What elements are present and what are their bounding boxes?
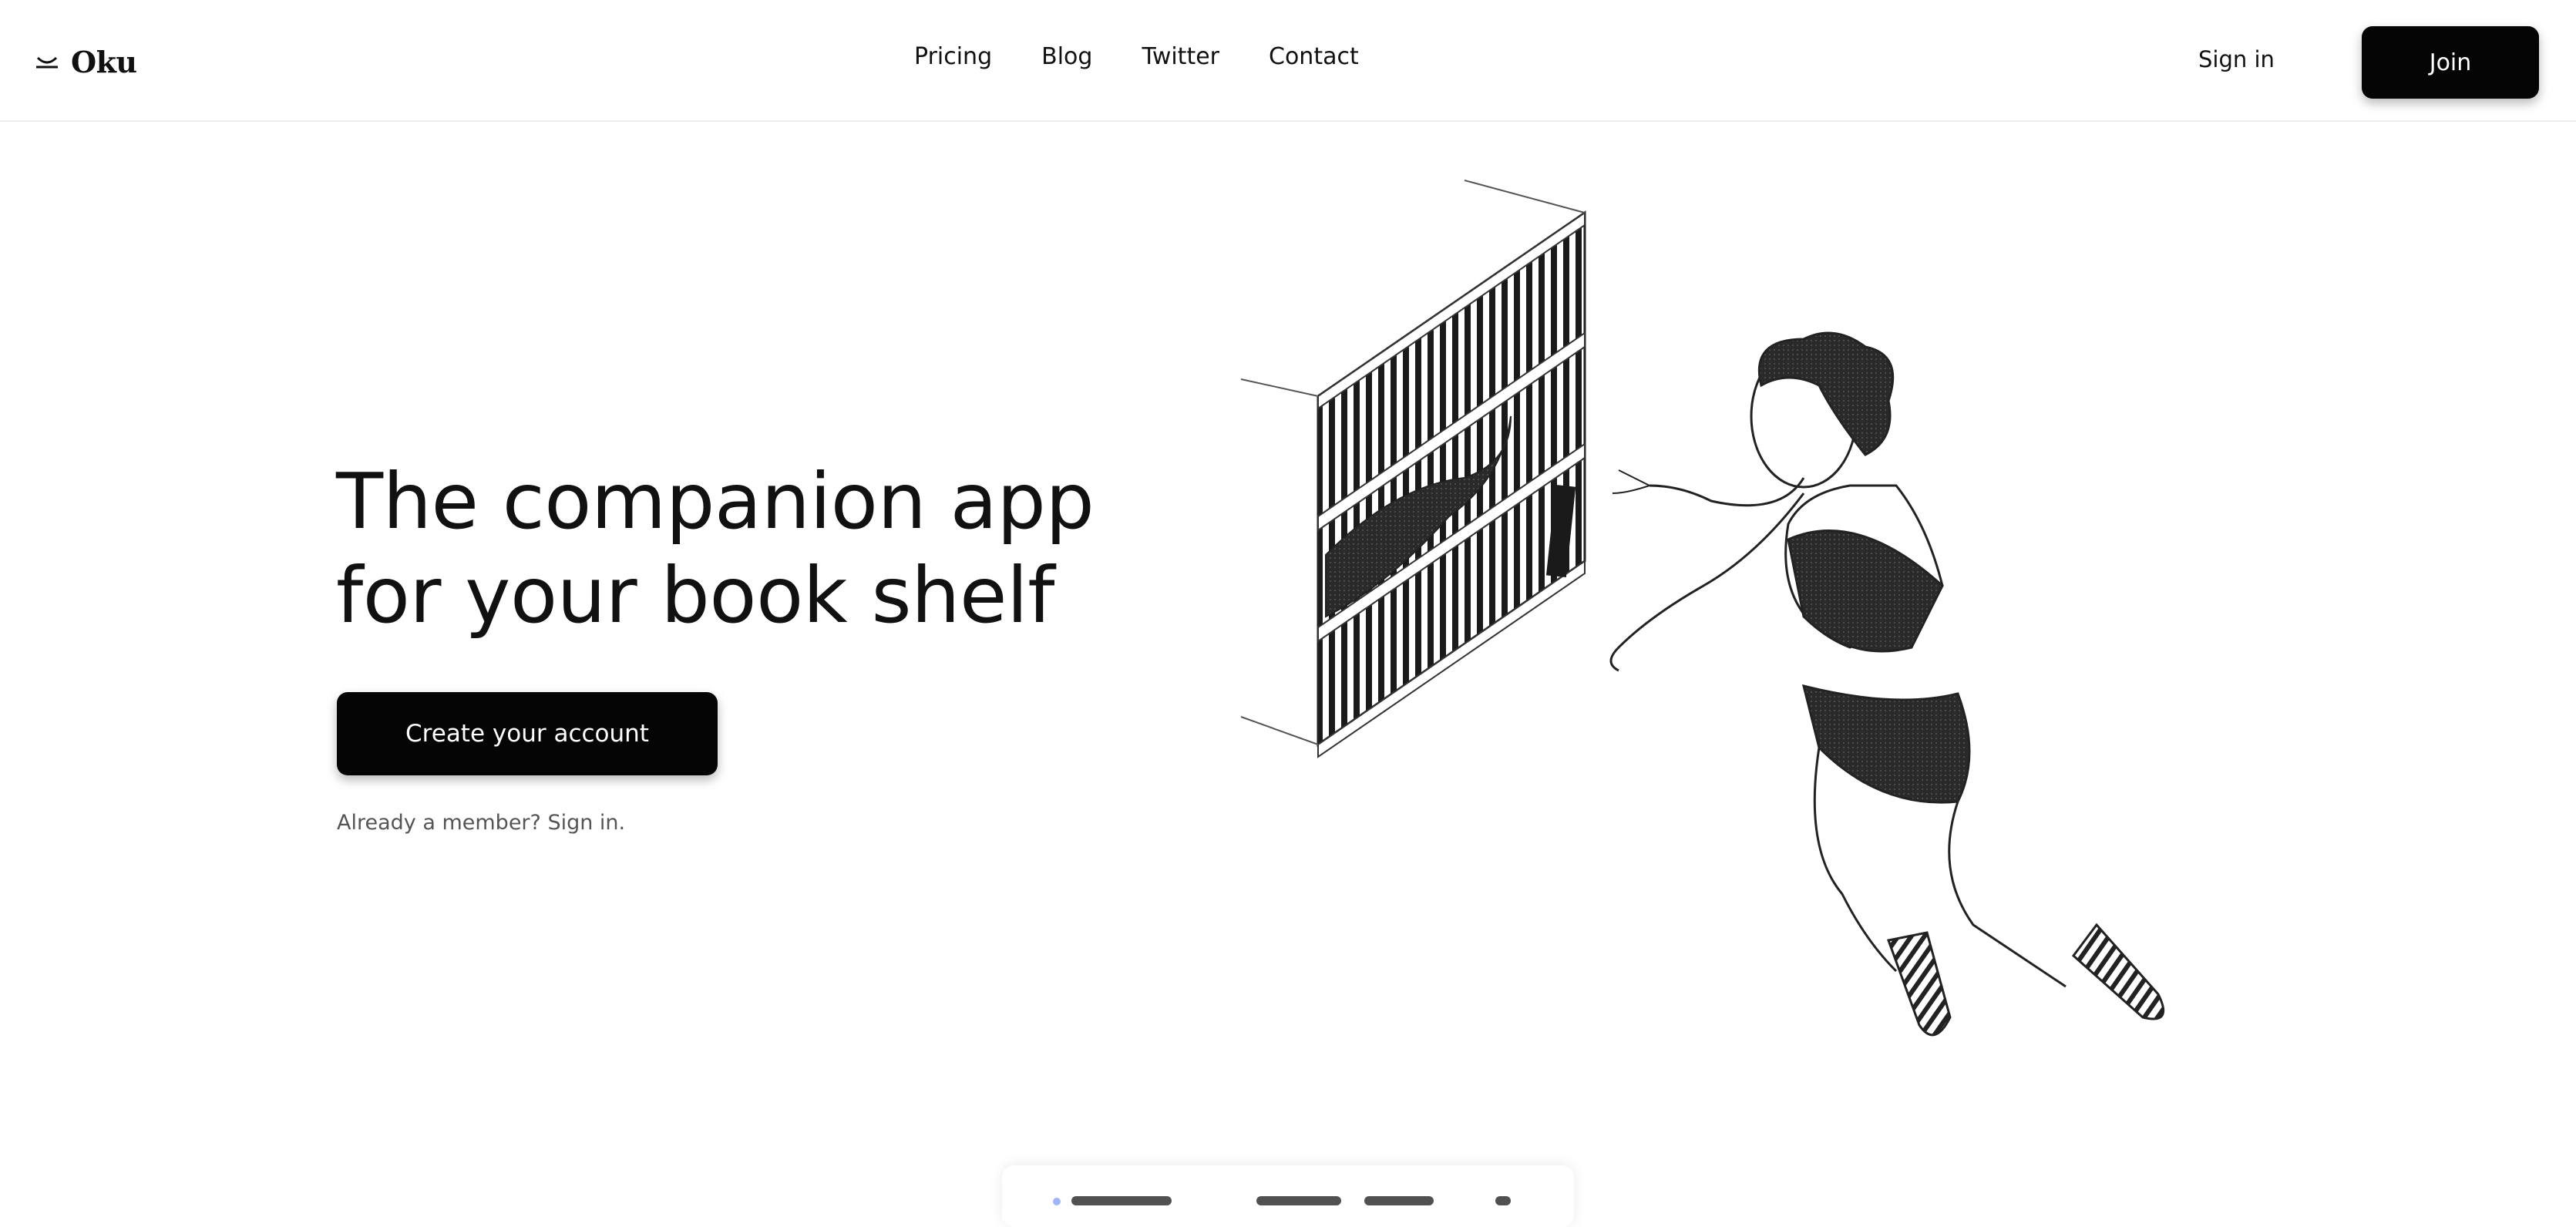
bottom-preview-card bbox=[1002, 1165, 1574, 1227]
preview-text-line bbox=[1495, 1196, 1511, 1205]
join-button[interactable]: Join bbox=[2362, 26, 2539, 99]
hero-title: The companion app for your book shelf bbox=[336, 455, 1107, 643]
preview-text-line bbox=[1256, 1196, 1341, 1205]
preview-text-line bbox=[1071, 1196, 1172, 1205]
hero-illustration bbox=[1240, 180, 2165, 1037]
nav-twitter[interactable]: Twitter bbox=[1142, 43, 1219, 70]
bookshelf-drawing bbox=[1240, 180, 1586, 758]
nav-contact[interactable]: Contact bbox=[1269, 43, 1359, 70]
hero-title-line-2: for your book shelf bbox=[336, 550, 1054, 640]
hero-title-line-1: The companion app bbox=[336, 456, 1095, 546]
nav-blog[interactable]: Blog bbox=[1041, 43, 1092, 70]
reading-woman-drawing bbox=[1609, 331, 2165, 1037]
preview-text-line bbox=[1364, 1196, 1434, 1205]
sign-in-link[interactable]: Sign in bbox=[2198, 46, 2275, 72]
main-nav: Pricing Blog Twitter Contact bbox=[914, 43, 1359, 70]
already-member-sign-in-link[interactable]: Already a member? Sign in. bbox=[337, 811, 625, 835]
oku-logo-icon bbox=[36, 56, 58, 69]
create-account-button[interactable]: Create your account bbox=[337, 692, 718, 775]
site-header: Oku Pricing Blog Twitter Contact Sign in… bbox=[0, 0, 2576, 122]
brand-name: Oku bbox=[71, 44, 137, 79]
nav-pricing[interactable]: Pricing bbox=[914, 43, 992, 70]
logo-link[interactable]: Oku bbox=[34, 40, 137, 83]
preview-dot bbox=[1053, 1198, 1061, 1205]
